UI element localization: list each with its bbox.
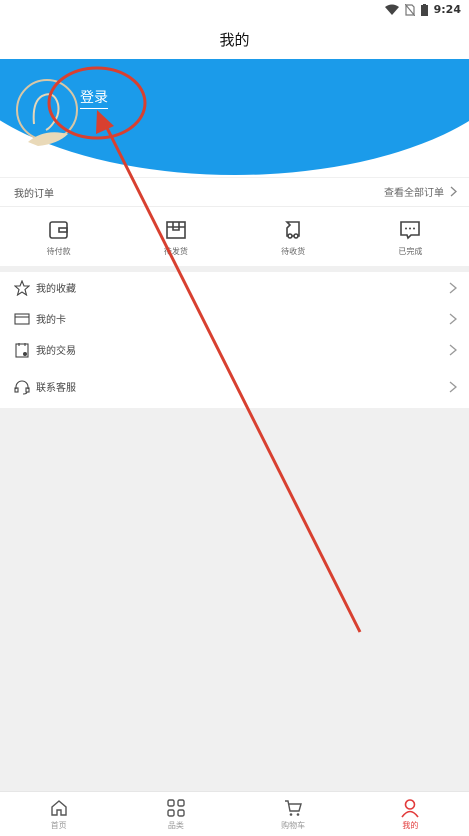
title-bar: 我的 (0, 22, 469, 59)
menu-item-label: 联系客服 (36, 383, 76, 394)
menu-item-my-trades[interactable]: 我的交易 (0, 334, 469, 365)
chevron-right-icon (449, 344, 457, 355)
order-item-label: 已完成 (398, 246, 423, 256)
order-item-label: 待发货 (163, 246, 188, 256)
order-completed[interactable]: 已完成 (352, 207, 469, 267)
orders-section: 我的订单 查看全部订单 待付款 待发货 待收货 已完成 (0, 178, 469, 266)
order-pending-shipment[interactable]: 待发货 (117, 207, 234, 267)
headset-icon (14, 379, 30, 395)
avatar-icon[interactable] (14, 74, 80, 150)
chevron-right-icon (449, 313, 457, 324)
menu-item-favorites[interactable]: 我的收藏 (0, 272, 469, 303)
menu-item-label: 我的卡 (36, 315, 66, 326)
chevron-right-icon (449, 282, 457, 293)
menu-item-customer-service[interactable]: 联系客服 (0, 365, 469, 408)
bottom-tab-bar: 首页 品类 购物车 我的 (0, 791, 469, 836)
user-icon (401, 798, 420, 817)
orders-title: 我的订单 (14, 189, 54, 200)
menu-list: 我的收藏 我的卡 我的交易 联系客服 (0, 272, 469, 408)
tab-label: 购物车 (281, 820, 306, 830)
page-title: 我的 (219, 31, 250, 49)
order-pending-payment[interactable]: 待付款 (0, 207, 117, 267)
tab-label: 品类 (167, 820, 184, 830)
order-pending-receipt[interactable]: 待收货 (235, 207, 352, 267)
tab-label: 我的 (402, 820, 419, 830)
menu-item-label: 我的收藏 (36, 284, 76, 295)
grid-icon (167, 798, 185, 817)
menu-item-my-card[interactable]: 我的卡 (0, 303, 469, 334)
no-sim-icon (404, 3, 415, 16)
view-all-orders-link[interactable]: 查看全部订单 (384, 184, 457, 199)
home-icon (50, 799, 67, 816)
battery-icon (420, 3, 428, 16)
star-icon (14, 279, 30, 296)
cart-icon (285, 799, 303, 816)
order-item-label: 待付款 (46, 246, 71, 256)
chevron-right-icon (449, 381, 457, 392)
tab-home[interactable]: 首页 (0, 792, 117, 836)
status-bar: 9:24 (0, 0, 469, 22)
truck-icon (285, 220, 300, 239)
wallet-icon (48, 220, 68, 239)
trade-icon (15, 342, 29, 358)
menu-item-label: 我的交易 (36, 346, 76, 357)
view-all-orders-label: 查看全部订单 (384, 188, 444, 199)
tab-label: 首页 (50, 820, 67, 830)
status-time: 9:24 (433, 3, 461, 16)
chevron-right-icon (450, 186, 457, 197)
wifi-icon (384, 4, 399, 15)
orders-header: 我的订单 查看全部订单 (0, 178, 469, 207)
login-link[interactable]: 登录 (80, 87, 108, 109)
order-item-label: 待收货 (281, 246, 306, 256)
message-icon (400, 220, 421, 239)
tab-category[interactable]: 品类 (117, 792, 234, 836)
tab-cart[interactable]: 购物车 (235, 792, 352, 836)
box-icon (166, 220, 186, 239)
tab-mine[interactable]: 我的 (352, 792, 469, 836)
card-icon (14, 312, 30, 325)
